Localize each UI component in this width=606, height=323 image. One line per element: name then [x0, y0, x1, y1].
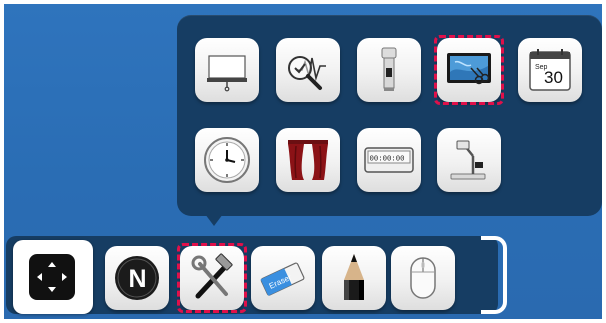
- pencil-icon: [344, 254, 364, 300]
- counter-tool[interactable]: 00:00:00: [357, 128, 421, 192]
- notebook-tool[interactable]: N: [105, 246, 169, 310]
- mouse-tool[interactable]: [391, 246, 455, 310]
- toolbar-end-bracket: [481, 236, 507, 314]
- mouse-icon: [410, 257, 436, 299]
- counter-digits: 00:00:00: [370, 156, 405, 164]
- screen-capture-tool[interactable]: [434, 35, 504, 105]
- n-letter: N: [129, 265, 147, 293]
- clock-icon: [204, 137, 250, 183]
- flashlight-icon: [381, 47, 397, 91]
- eraser-icon: Eraser: [260, 262, 305, 296]
- wrench-hammer-icon: [191, 253, 233, 299]
- projector-screen-icon: [207, 55, 247, 92]
- calendar-day: 30: [544, 68, 563, 87]
- navigation-pad[interactable]: [13, 240, 93, 314]
- pen-tool[interactable]: [322, 246, 386, 310]
- clock-tool[interactable]: [195, 128, 259, 192]
- document-camera-icon: [450, 140, 486, 180]
- calendar-icon: Sep 30: [529, 49, 571, 91]
- tools-menu[interactable]: [177, 243, 247, 313]
- move-arrows-icon: [29, 254, 75, 300]
- counter-display-icon: 00:00:00: [364, 147, 414, 173]
- flashlight-tool[interactable]: [357, 38, 421, 102]
- whiteboard-screen-tool[interactable]: [195, 38, 259, 102]
- magnifier-graph-icon: [288, 56, 326, 90]
- popup-pointer: [205, 214, 223, 226]
- calendar-tool[interactable]: Sep 30: [518, 38, 582, 102]
- document-camera-tool[interactable]: [437, 128, 501, 192]
- curtain-icon: [288, 140, 328, 180]
- analyze-zoom-tool[interactable]: [276, 38, 340, 102]
- eraser-tool[interactable]: Eraser: [251, 246, 315, 310]
- curtain-tool[interactable]: [276, 128, 340, 192]
- screen-scissors-icon: [447, 53, 491, 85]
- n-logo-icon: N: [115, 256, 159, 300]
